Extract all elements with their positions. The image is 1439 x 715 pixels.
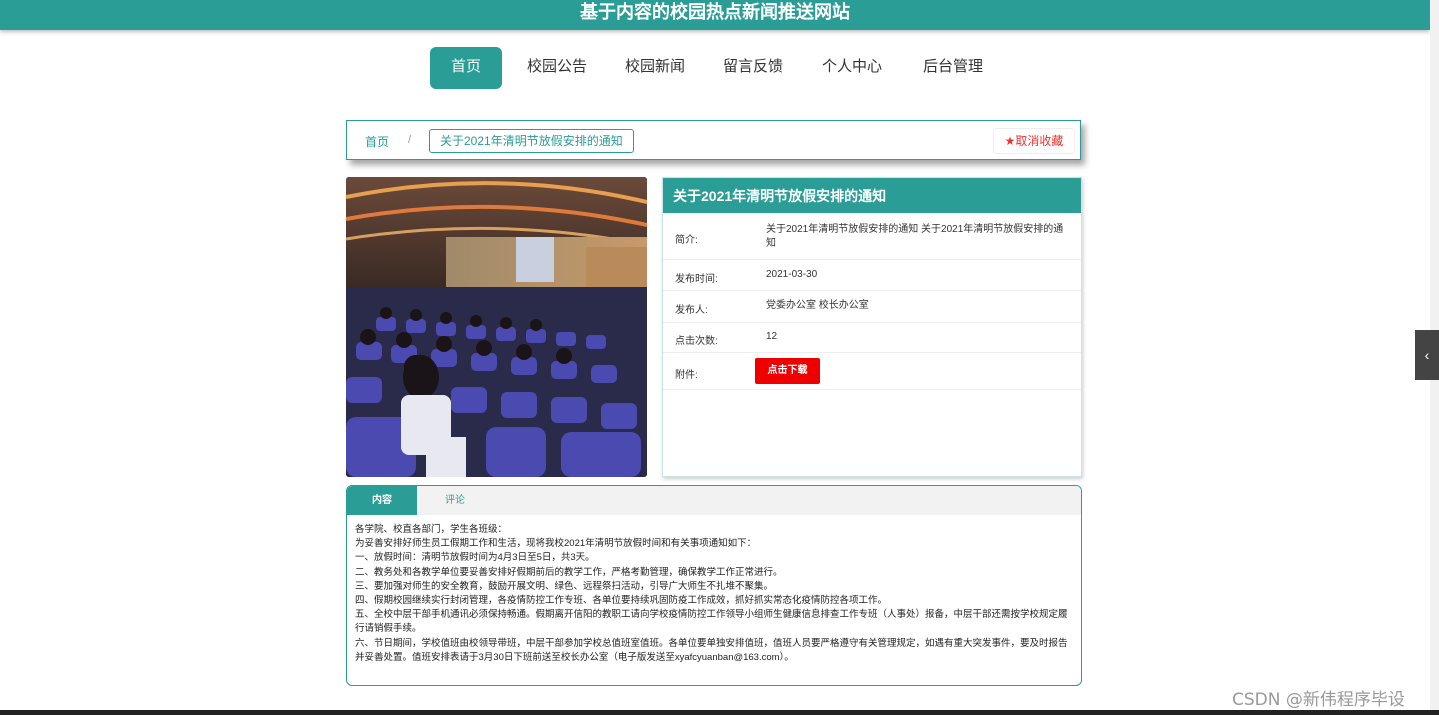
breadcrumb-current: 关于2021年清明节放假安排的通知 (429, 129, 634, 153)
intro-label: 简介: (675, 235, 698, 246)
breadcrumb: 首页 / 关于2021年清明节放假安排的通知 ★取消收藏 (346, 120, 1081, 160)
intro-value: 关于2021年清明节放假安排的通知 关于2021年清明节放假安排的通知 (766, 224, 1064, 249)
side-panel-toggle[interactable]: ‹ (1415, 330, 1439, 380)
publisher-value: 党委办公室 校长办公室 (766, 300, 869, 311)
site-title: 基于内容的校园热点新闻推送网站 (580, 2, 850, 22)
site-header: 基于内容的校园热点新闻推送网站 (0, 0, 1430, 30)
content-line: 一、放假时间：清明节放假时间为4月3日至5日，共3天。 (355, 552, 595, 564)
chevron-left-icon: ‹ (1424, 347, 1430, 363)
content-line: 三、要加强对师生的安全教育，鼓励开展文明、绿色、远程祭扫活动，引导广大师生不扎堆… (355, 580, 774, 592)
nav-news[interactable]: 校园新闻 (615, 47, 695, 89)
article-info-panel: 关于2021年清明节放假安排的通知 简介: 关于2021年清明节放假安排的通知 … (662, 177, 1082, 477)
clicks-row: 点击次数: 12 (663, 323, 1081, 353)
main-nav: 首页 校园公告 校园新闻 留言反馈 个人中心 后台管理 (0, 47, 1430, 89)
date-value: 2021-03-30 (766, 269, 818, 280)
content-line: 各学院、校直各部门，学生各班级： (355, 524, 508, 535)
nav-announcements[interactable]: 校园公告 (517, 47, 597, 89)
star-icon: ★ (1004, 134, 1016, 148)
date-row: 发布时间: 2021-03-30 (663, 260, 1081, 291)
article-body: 各学院、校直各部门，学生各班级： 为妥善安排好师生员工假期工作和生活，现将我校2… (347, 515, 1081, 665)
auditorium-photo (346, 177, 647, 477)
content-line: 二、教务处和各教学单位要妥善安排好假期前后的教学工作，严格考勤管理，确保教学工作… (355, 566, 783, 578)
bottom-border (0, 710, 1439, 715)
article-image (346, 177, 647, 477)
date-label: 发布时间: (675, 274, 718, 285)
breadcrumb-home-link[interactable]: 首页 (365, 133, 389, 150)
content-line: 四、假期校园继续实行封闭管理，各疫情防控工作专班、各单位要持续巩固防疫工作成效，… (355, 595, 888, 607)
tab-comments[interactable]: 评论 (425, 486, 485, 515)
publisher-label: 发布人: (675, 305, 708, 316)
nav-home[interactable]: 首页 (430, 47, 502, 89)
content-line: 六、节日期间，学校值班由校领导带班，中层干部参加学校总值班室值班。各单位要单独安… (355, 637, 1068, 663)
attachment-label: 附件: (675, 370, 698, 381)
attachment-row: 附件: (663, 353, 1081, 390)
breadcrumb-separator: / (408, 134, 412, 146)
intro-row: 简介: 关于2021年清明节放假安排的通知 关于2021年清明节放假安排的通知 (663, 213, 1081, 260)
download-button[interactable]: 点击下载 (755, 358, 820, 384)
clicks-value: 12 (766, 331, 778, 342)
nav-admin[interactable]: 后台管理 (913, 47, 993, 89)
nav-feedback[interactable]: 留言反馈 (713, 47, 793, 89)
clicks-label: 点击次数: (675, 336, 718, 347)
content-line: 为妥善安排好师生员工假期工作和生活，现将我校2021年清明节放假时间和有关事项通… (355, 538, 757, 550)
article-title: 关于2021年清明节放假安排的通知 (663, 178, 1081, 213)
nav-profile[interactable]: 个人中心 (812, 47, 892, 89)
publisher-row: 发布人: 党委办公室 校长办公室 (663, 291, 1081, 323)
tab-bar: 内容 评论 (347, 486, 1081, 515)
tab-content[interactable]: 内容 (347, 486, 417, 515)
unfavorite-button[interactable]: ★取消收藏 (993, 128, 1075, 154)
content-line: 五、全校中层干部手机通讯必须保持畅通。假期离开信阳的教职工请向学校疫情防控工作领… (355, 609, 1068, 635)
watermark: CSDN @新伟程序毕设 (1232, 690, 1405, 710)
content-tabs-panel: 内容 评论 各学院、校直各部门，学生各班级： 为妥善安排好师生员工假期工作和生活… (346, 485, 1082, 686)
unfavorite-label: 取消收藏 (1015, 134, 1064, 148)
